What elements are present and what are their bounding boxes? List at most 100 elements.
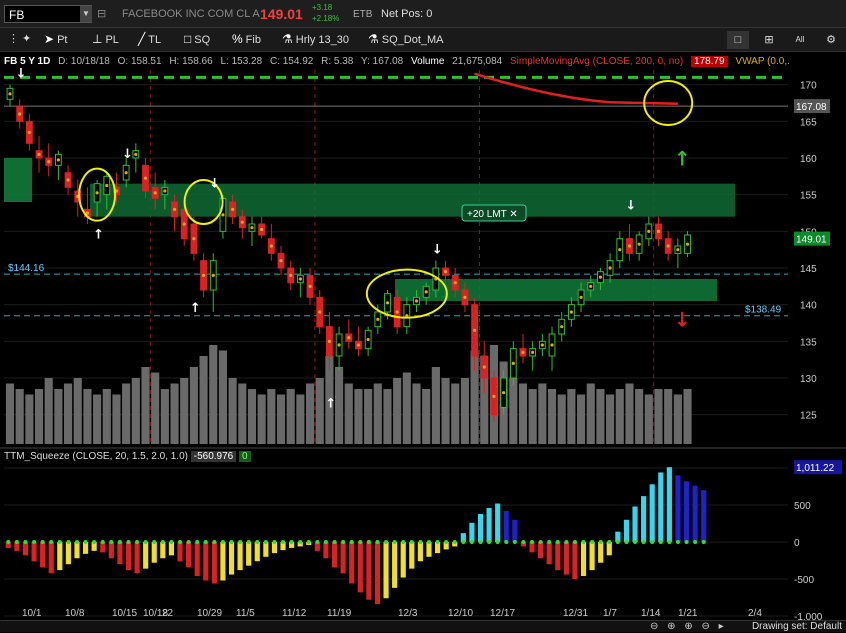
squeeze-histogram-bar: [632, 506, 638, 542]
squeeze-histogram-bar: [143, 542, 149, 569]
info-close: C: 154.92: [269, 56, 314, 67]
candle-dot: [395, 310, 399, 314]
x-tick-label: 10/15: [112, 608, 137, 619]
squeeze-histogram-bar: [74, 542, 80, 559]
squeeze-dot: [487, 540, 492, 544]
drawing-toolbar: ⋮ ✦ ➤ Pt ⊥ PL ╱ TL □ SQ % Fib ⚗ Hrly 13_30 ⚗ SQ…: [0, 28, 846, 52]
squeeze-histogram-bar: [194, 542, 200, 577]
support-label-right: $138.49: [745, 305, 782, 316]
x-tick-label: 10/29: [197, 608, 222, 619]
symbol-input[interactable]: FB: [4, 5, 92, 23]
squeeze-dot: [32, 540, 37, 544]
squeeze-histogram-bar: [400, 542, 406, 578]
exchange-badge: ETB: [353, 9, 373, 20]
tool-trendline[interactable]: ╱ TL: [138, 32, 161, 46]
squeeze-dot: [14, 540, 19, 544]
tool-fibonacci[interactable]: % Fib: [232, 32, 261, 46]
squeeze-histogram-bar: [563, 542, 569, 575]
candle-dot: [424, 290, 428, 294]
candle-dot: [240, 220, 244, 224]
squeeze-dot: [504, 540, 509, 544]
settings-gear-icon[interactable]: ⚙: [820, 31, 842, 49]
volume-bar: [451, 383, 460, 444]
squeeze-histogram-bar: [246, 542, 252, 566]
price-tick-label: 155: [800, 191, 817, 202]
squeeze-histogram-bar: [538, 542, 544, 559]
menu-icon[interactable]: ⋮: [8, 32, 19, 45]
squeeze-dot: [633, 540, 638, 544]
squeeze-histogram-bar: [623, 519, 630, 542]
tool-square[interactable]: □ SQ: [184, 32, 210, 46]
squeeze-dot: [461, 540, 466, 544]
candle-dot: [260, 227, 264, 232]
squeeze-dot: [418, 540, 423, 544]
volume-bar: [383, 389, 392, 444]
squeeze-histogram-bar: [683, 481, 690, 542]
candle-dot: [550, 343, 554, 347]
squeeze-dot: [409, 540, 414, 544]
candle-dot: [318, 310, 322, 314]
candle-dot: [502, 391, 506, 395]
link-icon[interactable]: ⊟: [97, 7, 106, 20]
volume-bar: [5, 383, 15, 444]
volume-bar: [267, 389, 276, 444]
tool-price-level[interactable]: ⊥ PL: [92, 32, 119, 46]
x-tick-label: 1/21: [678, 608, 698, 619]
squeeze-dot: [658, 540, 663, 544]
squeeze-dot: [220, 540, 225, 544]
candle-dot: [482, 365, 486, 369]
sma-value: 178.79: [691, 56, 728, 67]
squeeze-dot: [281, 540, 286, 544]
tool-label: Pt: [57, 34, 68, 46]
tool-sq-dot[interactable]: ⚗ SQ_Dot_MA: [368, 32, 444, 46]
squeeze-dot: [49, 540, 54, 544]
drawing-set[interactable]: Drawing set: Default: [752, 621, 842, 633]
squeeze-histogram-bar: [546, 542, 552, 565]
squeeze-histogram-bar: [57, 542, 63, 571]
squeeze-dot: [83, 540, 88, 544]
squeeze-histogram-bar: [512, 519, 518, 542]
price-change: +3.18: [312, 3, 333, 12]
squeeze-histogram-bar: [366, 542, 372, 600]
company-name: FACEBOOK INC COM CL A: [122, 8, 260, 20]
last-price: 149.01: [260, 6, 303, 22]
chart-canvas[interactable]: 125130135140145150155160165170↓↓↓↓↓↑↑↑↑↓…: [0, 52, 846, 620]
tool-label: Fib: [245, 34, 261, 46]
candle-dot: [627, 244, 632, 248]
x-tick-label: 12/31: [563, 608, 588, 619]
squeeze-dot: [641, 540, 646, 544]
squeeze-dot: [66, 540, 71, 544]
candle-dot: [569, 310, 573, 314]
volume-bar: [373, 383, 382, 444]
tool-pointer[interactable]: ➤ Pt: [44, 32, 67, 46]
volume-bar: [54, 389, 63, 444]
squeeze-histogram-bar: [357, 542, 363, 593]
squeeze-histogram-bar: [203, 542, 209, 581]
squeeze-dot: [92, 540, 97, 544]
signal-arrow-icon: ↓: [625, 198, 636, 213]
squeeze-dot: [358, 540, 363, 544]
squeeze-histogram-bar: [228, 542, 235, 575]
candle-dot: [598, 275, 603, 279]
all-button[interactable]: All: [789, 31, 811, 49]
volume-bar: [218, 350, 228, 444]
zoom-controls-icon[interactable]: ⊖ ⊕ ⊕ ⊖ ▸: [650, 621, 727, 633]
candle-dot: [385, 301, 390, 305]
volume-bar: [567, 389, 576, 444]
single-layout-button[interactable]: □: [727, 31, 749, 49]
candle-dot: [414, 299, 419, 303]
pin-icon[interactable]: ✦: [22, 32, 31, 45]
volume-bar: [180, 378, 189, 444]
volume-label: Volume: [411, 56, 445, 67]
squeeze-dot: [186, 540, 191, 544]
symbol-dropdown-icon[interactable]: ▼: [80, 6, 92, 22]
squeeze-dot: [521, 540, 526, 544]
volume-bar: [538, 383, 547, 444]
volume-bar: [625, 383, 634, 444]
squeeze-histogram-bar: [495, 503, 501, 542]
squeeze-dot: [547, 540, 552, 544]
tool-hourly[interactable]: ⚗ Hrly 13_30: [282, 32, 349, 46]
volume-bar: [141, 367, 150, 444]
grid-layout-button[interactable]: ⊞: [758, 31, 780, 49]
candle-dot: [153, 191, 157, 195]
